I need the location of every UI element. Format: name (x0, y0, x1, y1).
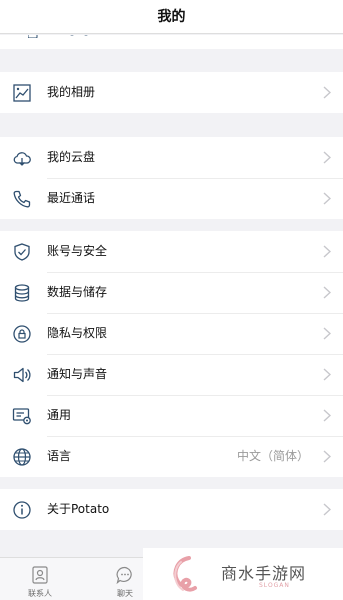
chevron-right-icon (323, 192, 331, 205)
row-my-album[interactable]: 我的相册 (0, 72, 343, 113)
cloud-section: 我的云盘 最近通话 (0, 137, 343, 219)
profile-header-peek (0, 35, 343, 49)
row-label: 账号与安全 (47, 244, 108, 258)
tab-contacts[interactable]: 联系人 (10, 558, 70, 600)
settings-card-icon (12, 408, 31, 425)
image-chart-icon (13, 84, 31, 102)
chat-icon (116, 566, 132, 585)
info-icon (13, 501, 31, 519)
chevron-right-icon (323, 86, 331, 99)
phone-icon (13, 190, 31, 208)
row-label: 我的相册 (47, 85, 96, 99)
row-label: 最近通话 (47, 191, 96, 205)
chevron-right-icon (323, 151, 331, 164)
row-recent-calls[interactable]: 最近通话 (0, 178, 343, 219)
globe-icon (13, 448, 31, 466)
row-language[interactable]: 语言 中文（简体） (0, 436, 343, 477)
chevron-right-icon (323, 409, 331, 422)
cloud-icon (13, 152, 31, 166)
watermark: 商水手游网 SLOGAN (143, 548, 343, 600)
row-my-cloud[interactable]: 我的云盘 (0, 137, 343, 178)
chevron-right-icon (323, 286, 331, 299)
row-label: 隐私与权限 (47, 326, 108, 340)
row-notifications[interactable]: 通知与声音 (0, 354, 343, 395)
chevron-right-icon (323, 245, 331, 258)
chevron-right-icon (323, 503, 331, 516)
row-privacy[interactable]: 隐私与权限 (0, 313, 343, 354)
chevron-right-icon (323, 450, 331, 463)
profile-decoration-icon (28, 35, 88, 38)
row-label: 关于Potato (47, 502, 110, 516)
chevron-right-icon (323, 327, 331, 340)
page-title: 我的 (157, 9, 186, 25)
row-label: 通用 (47, 408, 72, 422)
row-label: 我的云盘 (47, 150, 96, 164)
row-account-security[interactable]: 账号与安全 (0, 231, 343, 272)
shield-check-icon (14, 243, 30, 261)
navigation-bar: 我的 (0, 0, 343, 34)
language-value: 中文（简体） (236, 449, 309, 463)
lock-icon (13, 325, 31, 343)
album-section: 我的相册 (0, 72, 343, 113)
chevron-right-icon (323, 368, 331, 381)
row-about[interactable]: 关于Potato (0, 489, 343, 530)
watermark-logo-icon (173, 556, 197, 592)
row-label: 通知与声音 (47, 367, 108, 381)
watermark-slogan: SLOGAN (259, 582, 290, 589)
row-label: 数据与储存 (47, 285, 108, 299)
about-section: 关于Potato (0, 489, 343, 530)
tab-label: 联系人 (28, 589, 52, 598)
row-general[interactable]: 通用 (0, 395, 343, 436)
contacts-icon (32, 566, 48, 584)
settings-section: 账号与安全 数据与储存 隐私与权限 通知与声音 通用 语言 中文（简体） (0, 231, 343, 477)
speaker-icon (13, 367, 31, 383)
watermark-name: 商水手游网 (221, 564, 307, 583)
row-label: 语言 (47, 449, 72, 463)
row-data-storage[interactable]: 数据与储存 (0, 272, 343, 313)
database-icon (14, 284, 30, 302)
